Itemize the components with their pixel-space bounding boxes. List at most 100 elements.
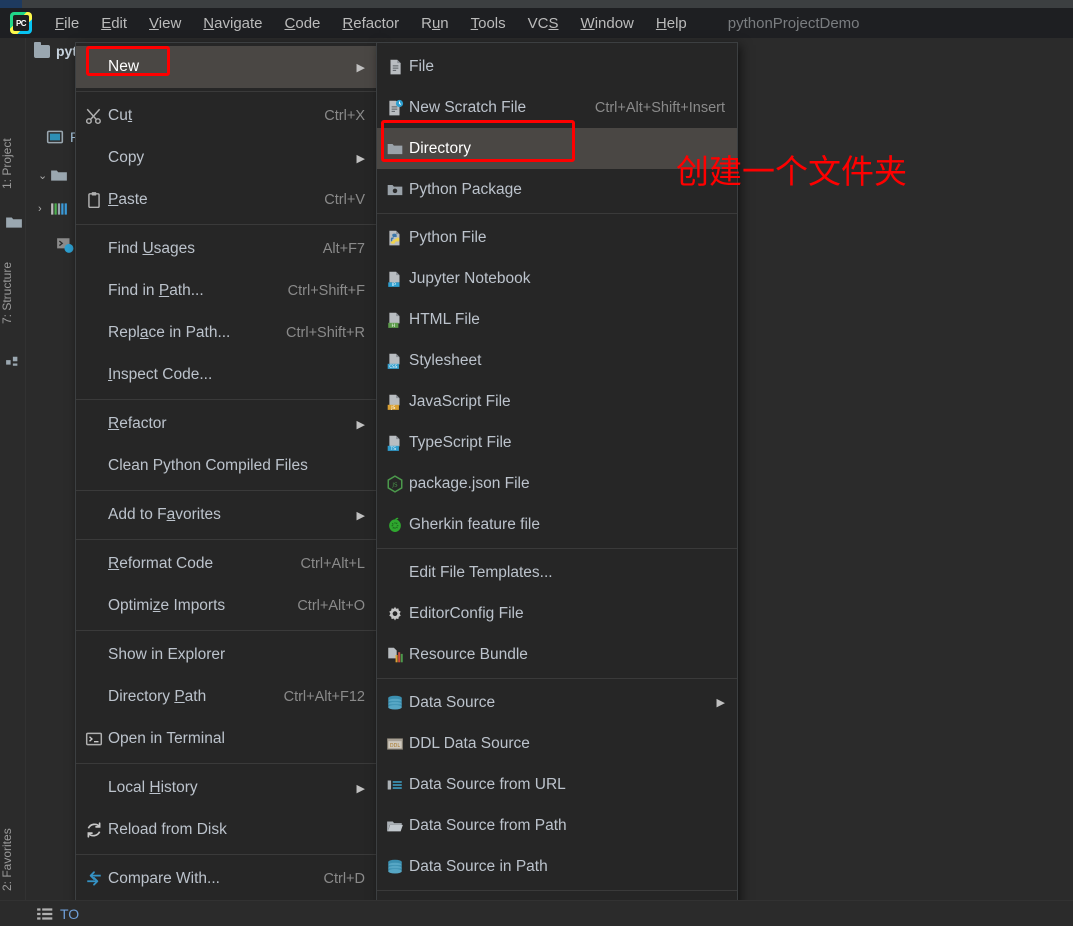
svg-text:H: H — [392, 322, 396, 328]
submenu-item-stylesheet[interactable]: CSS Stylesheet — [377, 340, 737, 381]
menu-edit[interactable]: Edit — [90, 13, 138, 34]
ddl-icon: DDL — [381, 735, 409, 753]
submenu-item-ddl-data-source[interactable]: DDL DDL Data Source — [377, 723, 737, 764]
pycharm-logo-text: PC — [13, 15, 29, 31]
menu-item-label: Copy — [108, 149, 145, 166]
context-menu: New ▶ Cut Ctrl+X Copy ▶ Paste Ctrl+V Fin… — [75, 42, 378, 926]
sidebar-item-project[interactable]: 1: Project — [0, 122, 26, 206]
submenu-item-label: TypeScript File — [409, 433, 512, 451]
submenu-item-typescript-file[interactable]: TS TypeScript File — [377, 422, 737, 463]
menu-item-clean-python-compiled-files[interactable]: Clean Python Compiled Files — [76, 445, 377, 487]
submenu-item-edit-file-templates[interactable]: Edit File Templates... — [377, 552, 737, 593]
terminal-icon — [80, 730, 108, 748]
menu-item-shortcut: Ctrl+Alt+O — [297, 598, 365, 614]
sidebar-item-structure[interactable]: 7: Structure — [0, 243, 26, 343]
menu-item-open-in-terminal[interactable]: Open in Terminal — [76, 718, 377, 760]
menu-separator — [76, 399, 377, 400]
list-item[interactable]: ⌄ — [38, 164, 68, 186]
folder-icon — [34, 41, 50, 58]
submenu-item-editorconfig-file[interactable]: EditorConfig File — [377, 593, 737, 634]
menu-item-shortcut: Ctrl+Shift+F — [287, 283, 365, 299]
submenu-separator — [377, 678, 737, 679]
menu-separator — [76, 91, 377, 92]
chevron-right-icon: ▶ — [356, 61, 365, 74]
submenu-item-javascript-file[interactable]: JS JavaScript File — [377, 381, 737, 422]
todo-tool-label: TO — [60, 905, 80, 922]
submenu-item-jupyter-notebook[interactable]: IP Jupyter Notebook — [377, 258, 737, 299]
menu-tools[interactable]: Tools — [460, 13, 517, 34]
menu-item-directory-path[interactable]: Directory Path Ctrl+Alt+F12 — [76, 676, 377, 718]
sidebar-item-favorites[interactable]: 2: Favorites — [0, 810, 26, 910]
menu-item-label: Cut — [108, 107, 133, 124]
menu-window[interactable]: Window — [570, 13, 645, 34]
project-name-label: pythonProjectDemo — [727, 14, 860, 32]
menu-vcs[interactable]: VCS — [517, 13, 570, 34]
folder-icon — [381, 140, 409, 158]
submenu-item-html-file[interactable]: H HTML File — [377, 299, 737, 340]
menu-item-compare-with[interactable]: Compare With... Ctrl+D — [76, 858, 377, 900]
submenu-item-file[interactable]: File — [377, 46, 737, 87]
list-item[interactable] — [56, 234, 74, 256]
submenu-item-python-file[interactable]: Python File — [377, 217, 737, 258]
menu-item-cut[interactable]: Cut Ctrl+X — [76, 95, 377, 137]
submenu-item-new-scratch-file[interactable]: New Scratch File Ctrl+Alt+Shift+Insert — [377, 87, 737, 128]
compare-icon — [80, 870, 108, 888]
menu-item-inspect-code[interactable]: Inspect Code... — [76, 354, 377, 396]
submenu-item-label: package.json File — [409, 474, 530, 492]
submenu-item-package-json-file[interactable]: JS package.json File — [377, 463, 737, 504]
submenu-item-label: Edit File Templates... — [409, 563, 553, 581]
submenu-item-data-source-in-path[interactable]: Data Source in Path — [377, 846, 737, 887]
menu-item-copy[interactable]: Copy ▶ — [76, 137, 377, 179]
menu-run[interactable]: Run — [410, 13, 460, 34]
menu-item-show-in-explorer[interactable]: Show in Explorer — [76, 634, 377, 676]
menu-item-reformat-code[interactable]: Reformat Code Ctrl+Alt+L — [76, 543, 377, 585]
menu-item-replace-in-path[interactable]: Replace in Path... Ctrl+Shift+R — [76, 312, 377, 354]
cucumber-icon — [381, 516, 409, 534]
pycharm-logo-icon: PC — [10, 12, 32, 34]
menu-item-shortcut: Ctrl+Shift+R — [286, 325, 365, 341]
menu-separator — [76, 763, 377, 764]
menu-file[interactable]: File — [44, 13, 90, 34]
menu-item-reload-from-disk[interactable]: Reload from Disk — [76, 809, 377, 851]
js-file-icon: JS — [381, 393, 409, 411]
submenu-item-data-source[interactable]: Data Source ▶ — [377, 682, 737, 723]
menu-item-paste[interactable]: Paste Ctrl+V — [76, 179, 377, 221]
python-file-icon — [381, 229, 409, 247]
submenu-item-resource-bundle[interactable]: Resource Bundle — [377, 634, 737, 675]
jupyter-icon: IP — [381, 270, 409, 288]
menu-item-new[interactable]: New ▶ — [76, 46, 377, 88]
menu-item-find-usages[interactable]: Find Usages Alt+F7 — [76, 228, 377, 270]
menu-navigate[interactable]: Navigate — [192, 13, 273, 34]
submenu-item-label: Gherkin feature file — [409, 515, 540, 533]
list-item[interactable]: › — [38, 198, 68, 220]
folder-icon — [50, 166, 68, 184]
submenu-item-gherkin-feature-file[interactable]: Gherkin feature file — [377, 504, 737, 545]
menu-item-label: Open in Terminal — [108, 730, 225, 747]
menu-item-find-in-path[interactable]: Find in Path... Ctrl+Shift+F — [76, 270, 377, 312]
menu-item-optimize-imports[interactable]: Optimize Imports Ctrl+Alt+O — [76, 585, 377, 627]
chevron-down-icon[interactable]: ⌄ — [38, 169, 50, 182]
submenu-item-data-source-from-url[interactable]: Data Source from URL — [377, 764, 737, 805]
todo-list-icon — [36, 905, 54, 923]
submenu-item-data-source-from-path[interactable]: Data Source from Path — [377, 805, 737, 846]
menu-refactor[interactable]: Refactor — [331, 13, 410, 34]
menu-code[interactable]: Code — [274, 13, 332, 34]
menu-help[interactable]: Help — [645, 13, 698, 34]
left-tool-stripe: 1: Project 7: Structure 2: Favorites — [0, 38, 26, 926]
menu-item-label: Add to Favorites — [108, 506, 221, 523]
menu-item-local-history[interactable]: Local History ▶ — [76, 767, 377, 809]
menu-separator — [76, 854, 377, 855]
svg-text:DDL: DDL — [390, 742, 400, 748]
module-icon — [46, 128, 64, 146]
html-file-icon: H — [381, 311, 409, 329]
menu-item-shortcut: Ctrl+D — [323, 871, 366, 887]
status-bar: TO — [0, 900, 1073, 926]
menu-view[interactable]: View — [138, 13, 192, 34]
scissors-icon — [80, 107, 108, 125]
todo-tool-button[interactable]: TO — [36, 905, 79, 923]
menu-item-add-to-favorites[interactable]: Add to Favorites ▶ — [76, 494, 377, 536]
menu-item-refactor[interactable]: Refactor ▶ — [76, 403, 377, 445]
url-source-icon — [381, 776, 409, 794]
chevron-right-icon[interactable]: › — [38, 203, 50, 215]
submenu-separator — [377, 890, 737, 891]
